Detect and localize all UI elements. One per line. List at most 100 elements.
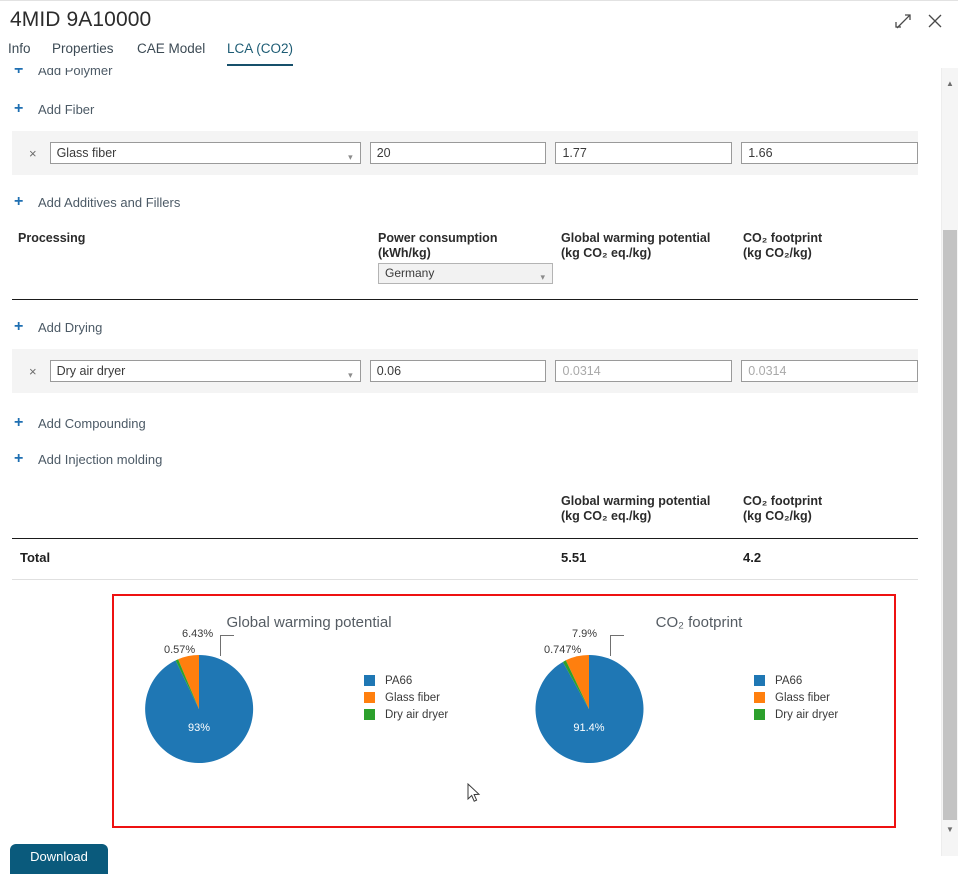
- lca-scroll-area: + Add Polymer + Add Fiber × Glass fiber …: [0, 68, 930, 856]
- window-header: 4MID 9A10000 Info Properties CAE Model L…: [0, 0, 958, 69]
- pie-co2: 91.4% 7.9% 0.747%: [534, 628, 644, 764]
- chevron-down-icon: ▾: [348, 152, 353, 162]
- col-processing: Processing: [18, 231, 86, 245]
- pie-co2-label-glass-fiber: 7.9%: [572, 628, 598, 640]
- summary-col-co2-label: CO₂ footprint: [743, 494, 823, 508]
- remove-fiber-icon[interactable]: ×: [22, 146, 44, 161]
- pie-co2-label-dry-air-dryer: 0.747%: [544, 644, 582, 656]
- fiber-gwp-input[interactable]: 1.77: [555, 142, 733, 164]
- drying-co2-input: 0.0314: [741, 360, 918, 382]
- country-value: Germany: [385, 266, 435, 280]
- fiber-component-row: × Glass fiber ▾ 20 1.77 1.66: [12, 131, 918, 175]
- col-gwp: Global warming potential (kg CO₂ eq./kg): [561, 231, 710, 261]
- plus-icon: +: [14, 414, 24, 431]
- col-gwp-label: Global warming potential: [561, 231, 711, 245]
- total-label: Total: [20, 550, 51, 565]
- drying-power-input[interactable]: 0.06: [369, 360, 547, 382]
- pie-co2-leader-line: [610, 635, 624, 656]
- tab-bar: Info Properties CAE Model LCA (CO2): [0, 41, 958, 69]
- tab-properties[interactable]: Properties: [52, 41, 114, 64]
- country-select[interactable]: Germany ▾: [378, 263, 553, 284]
- summary-col-gwp-label: Global warming potential: [561, 494, 711, 508]
- charts-highlight-panel: Global warming potential 93% 6.43% 0.57%: [112, 594, 896, 828]
- total-co2-value: 4.2: [743, 550, 762, 565]
- chevron-down-icon: ▾: [348, 370, 353, 380]
- scrollbar-thumb[interactable]: [943, 230, 957, 820]
- legend-label-dry-air-dryer: Dry air dryer: [385, 708, 449, 721]
- add-injection-molding-label: Add Injection molding: [38, 451, 163, 467]
- legend-item[interactable]: Dry air dryer: [754, 706, 838, 723]
- legend-swatch-glass-fiber: [364, 692, 375, 703]
- close-icon[interactable]: [924, 10, 946, 32]
- tab-lca-co2[interactable]: LCA (CO2): [227, 41, 294, 66]
- pie-gwp: 93% 6.43% 0.57%: [144, 628, 254, 764]
- legend-label-pa66: PA66: [775, 674, 803, 687]
- col-co2: CO₂ footprint (kg CO₂/kg): [743, 231, 822, 261]
- legend-gwp: PA66 Glass fiber Dry air dryer: [364, 672, 448, 723]
- add-polymer-label: Add Polymer: [38, 68, 113, 78]
- total-gwp-value: 5.51: [561, 550, 587, 565]
- expand-icon[interactable]: [892, 10, 914, 32]
- pie-gwp-label-dry-air-dryer: 0.57%: [164, 644, 196, 656]
- pie-co2-svg[interactable]: [534, 654, 644, 764]
- page-title: 4MID 9A10000: [10, 8, 152, 31]
- add-injection-molding-link[interactable]: + Add Injection molding: [14, 446, 930, 472]
- legend-swatch-dry-air-dryer: [364, 709, 375, 720]
- legend-item[interactable]: Dry air dryer: [364, 706, 448, 723]
- pie-gwp-svg[interactable]: [144, 654, 254, 764]
- add-fiber-link[interactable]: + Add Fiber: [14, 96, 930, 122]
- summary-col-co2-unit: (kg CO₂/kg): [743, 509, 812, 523]
- processing-divider: [12, 299, 918, 300]
- legend-label-glass-fiber: Glass fiber: [775, 691, 830, 704]
- summary-col-co2: CO₂ footprint (kg CO₂/kg): [743, 494, 822, 524]
- chart-co2-footprint: CO₂ footprint 91.4% 7.9% 0.747% PA66 Gla…: [504, 596, 894, 826]
- col-gwp-unit: (kg CO₂ eq./kg): [561, 246, 652, 260]
- plus-icon: +: [14, 318, 24, 335]
- pie-gwp-label-glass-fiber: 6.43%: [182, 628, 214, 640]
- fiber-material-select[interactable]: Glass fiber ▾: [49, 142, 361, 164]
- add-compounding-link[interactable]: + Add Compounding: [14, 410, 930, 436]
- col-power-label: Power consumption: [378, 231, 498, 245]
- download-button[interactable]: Download: [10, 844, 108, 874]
- col-power-consumption: Power consumption (kWh/kg): [378, 231, 497, 261]
- drying-process-value: Dry air dryer: [56, 364, 126, 378]
- legend-swatch-dry-air-dryer: [754, 709, 765, 720]
- pie-gwp-inside-label: 93%: [187, 722, 211, 734]
- legend-swatch-glass-fiber: [754, 692, 765, 703]
- add-additives-label: Add Additives and Fillers: [38, 194, 181, 210]
- vertical-scrollbar[interactable]: ▲ ▼: [941, 68, 958, 856]
- scroll-down-icon[interactable]: ▼: [942, 822, 958, 838]
- add-polymer-link[interactable]: + Add Polymer: [14, 68, 930, 82]
- summary-col-gwp: Global warming potential (kg CO₂ eq./kg): [561, 494, 710, 524]
- add-drying-label: Add Drying: [38, 319, 103, 335]
- legend-co2: PA66 Glass fiber Dry air dryer: [754, 672, 838, 723]
- remove-drying-icon[interactable]: ×: [22, 364, 44, 379]
- chevron-down-icon: ▾: [540, 272, 545, 282]
- drying-gwp-input: 0.0314: [555, 360, 733, 382]
- fiber-co2-input[interactable]: 1.66: [741, 142, 918, 164]
- chart-global-warming-potential: Global warming potential 93% 6.43% 0.57%: [114, 596, 504, 826]
- lca-content: + Add Polymer + Add Fiber × Glass fiber …: [0, 68, 930, 828]
- legend-label-glass-fiber: Glass fiber: [385, 691, 440, 704]
- legend-swatch-pa66: [754, 675, 765, 686]
- drying-process-select[interactable]: Dry air dryer ▾: [49, 360, 361, 382]
- legend-item[interactable]: PA66: [754, 672, 838, 689]
- add-compounding-label: Add Compounding: [38, 415, 146, 431]
- tab-cae-model[interactable]: CAE Model: [137, 41, 205, 64]
- add-fiber-label: Add Fiber: [38, 101, 95, 117]
- fiber-amount-input[interactable]: 20: [369, 142, 547, 164]
- legend-item[interactable]: PA66: [364, 672, 448, 689]
- legend-item[interactable]: Glass fiber: [754, 689, 838, 706]
- pie-co2-inside-label: 91.4%: [573, 722, 605, 734]
- col-co2-unit: (kg CO₂/kg): [743, 246, 812, 260]
- processing-table-header: Processing Power consumption (kWh/kg) Gl…: [18, 231, 912, 299]
- tab-info[interactable]: Info: [8, 41, 31, 64]
- plus-icon: +: [14, 193, 24, 210]
- legend-item[interactable]: Glass fiber: [364, 689, 448, 706]
- add-drying-link[interactable]: + Add Drying: [14, 314, 930, 340]
- legend-label-dry-air-dryer: Dry air dryer: [775, 708, 839, 721]
- add-additives-link[interactable]: + Add Additives and Fillers: [14, 189, 930, 215]
- summary-table-header: Global warming potential (kg CO₂ eq./kg)…: [18, 494, 912, 538]
- scroll-up-icon[interactable]: ▲: [942, 76, 958, 92]
- plus-icon: +: [14, 68, 24, 78]
